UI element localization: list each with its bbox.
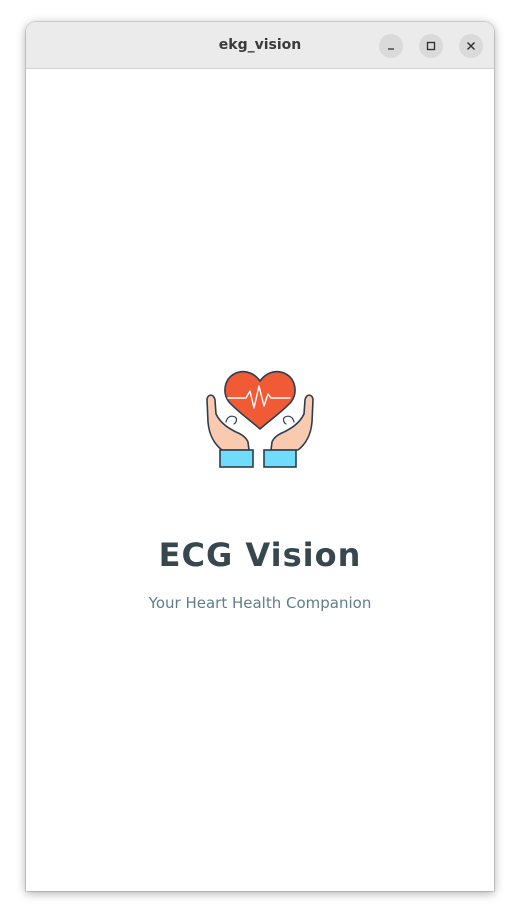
maximize-icon [426,41,436,51]
maximize-button[interactable] [419,34,443,58]
heart-hands-ekg-icon [206,370,314,468]
app-tagline: Your Heart Health Companion [148,594,372,612]
minimize-icon [388,48,394,50]
close-button[interactable] [459,34,483,58]
minimize-button[interactable] [379,34,403,58]
splash-screen: ECG Vision Your Heart Health Companion [26,69,494,891]
title-bar[interactable]: ekg_vision [26,22,494,69]
close-icon [467,42,475,50]
app-window: ekg_vision ECG Vision Your Heart Health … [26,22,494,891]
app-title: ECG Vision [158,536,362,574]
